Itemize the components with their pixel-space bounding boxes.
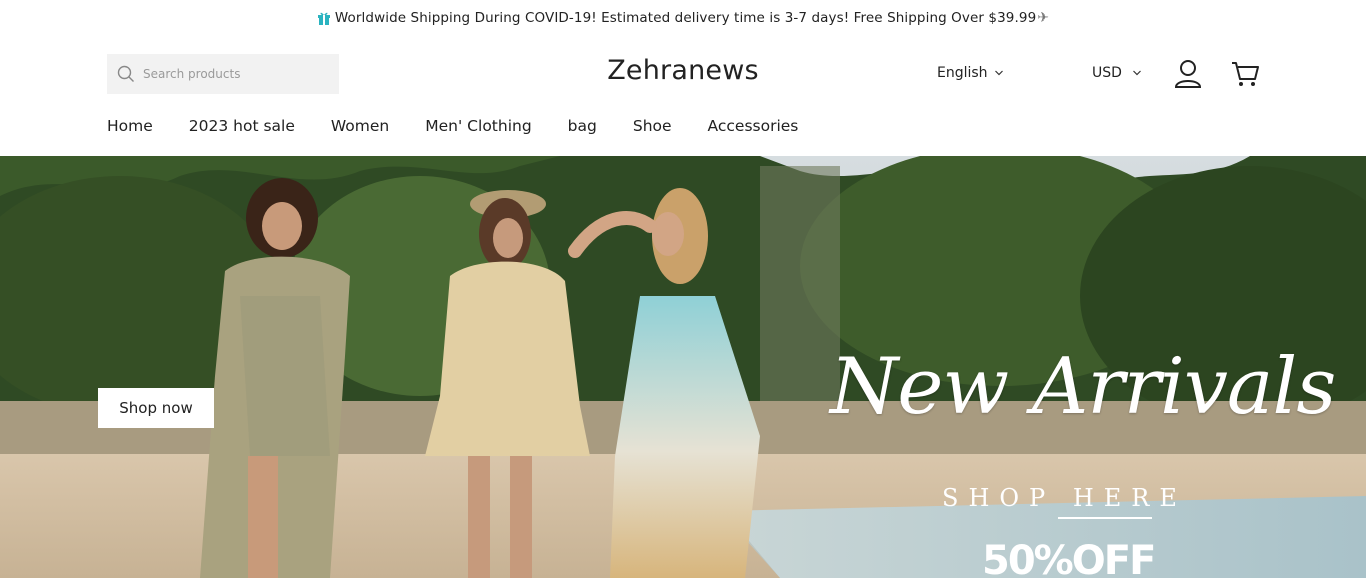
nav-item-bag[interactable]: bag — [568, 117, 597, 135]
shop-now-button[interactable]: Shop now — [98, 388, 214, 428]
hero-headline: New Arrivals — [830, 342, 1336, 432]
nav-item-women[interactable]: Women — [331, 117, 389, 135]
currency-label: USD — [1092, 65, 1122, 81]
currency-selector[interactable]: USD — [1092, 65, 1142, 81]
brand-logo[interactable]: Zehranews — [583, 55, 783, 86]
language-selector[interactable]: English — [937, 65, 1004, 81]
hero-banner[interactable]: Shop now New Arrivals SHOP HERE 50%OFF — [0, 156, 1366, 578]
nav-item-home[interactable]: Home — [107, 117, 153, 135]
cart-button[interactable] — [1229, 58, 1261, 90]
user-account-button[interactable] — [1173, 58, 1203, 90]
chevron-down-icon — [994, 70, 1003, 76]
user-icon — [1174, 60, 1202, 88]
nav-item-men-clothing[interactable]: Men' Clothing — [425, 117, 531, 135]
language-label: English — [937, 65, 988, 81]
airplane-icon: ✈ — [1037, 10, 1050, 26]
announcement-text: Worldwide Shipping During COVID-19! Esti… — [334, 10, 1037, 26]
hero-subheadline: SHOP HERE — [942, 484, 1187, 512]
search-icon — [117, 65, 134, 82]
gift-icon — [317, 10, 331, 26]
subheadline-underline — [1058, 517, 1152, 519]
nav-item-hot-sale[interactable]: 2023 hot sale — [189, 117, 295, 135]
chevron-down-icon — [1132, 70, 1141, 76]
nav-item-accessories[interactable]: Accessories — [708, 117, 799, 135]
hero-promo: 50%OFF — [982, 538, 1156, 578]
search-input[interactable] — [143, 67, 333, 81]
main-nav: Home 2023 hot sale Women Men' Clothing b… — [107, 117, 798, 135]
search-bar[interactable] — [107, 54, 339, 94]
nav-item-shoe[interactable]: Shoe — [633, 117, 672, 135]
cart-icon — [1232, 62, 1259, 86]
announcement-bar: Worldwide Shipping During COVID-19! Esti… — [0, 0, 1366, 36]
